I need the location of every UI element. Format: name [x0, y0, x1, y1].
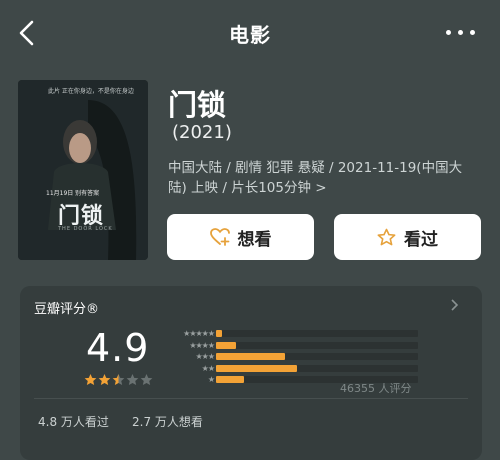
rating-star-icon [126, 373, 139, 386]
more-dots-icon[interactable] [444, 22, 478, 42]
distribution-track [216, 341, 418, 349]
distribution-stars-label: ★ [207, 375, 215, 384]
distribution-bar [216, 353, 285, 360]
rating-score: 4.9 [86, 326, 150, 370]
want-to-watch-button[interactable]: 想看 [167, 214, 314, 260]
rating-card[interactable]: 豆瓣评分® 4.9 ★★★★★ ★★★★ ★★★ ★★ ★ 46355 人评分 4.8 … [20, 286, 482, 460]
want-label: 想看 [237, 229, 272, 250]
divider [34, 398, 468, 399]
meta-line-1: 中国大陆 / 剧情 犯罪 悬疑 / 2021-11-19(中国大 [168, 160, 463, 176]
star-outline-icon [377, 228, 396, 246]
rating-star-icon [84, 373, 97, 386]
distribution-stars-label: ★★★★ [189, 340, 215, 350]
distribution-row: ★★ [170, 364, 420, 374]
poster-date: 11月19日 别有答案 [46, 190, 100, 197]
watched-button[interactable]: 看过 [334, 214, 481, 260]
page-title: 电影 [229, 23, 271, 47]
distribution-bar [216, 364, 297, 372]
movie-title: 门锁 [168, 88, 227, 122]
rating-star-icon [112, 373, 125, 386]
distribution-stars-label: ★★★★★ [183, 329, 215, 338]
distribution-stars-label: ★★★ [195, 352, 214, 361]
poster-figure [18, 80, 148, 260]
distribution-track [216, 364, 418, 372]
rating-star-icon [98, 373, 111, 386]
rating-count: 46355 人评分 [340, 382, 412, 395]
watched-count: 4.8 万人看过 [38, 415, 109, 429]
distribution-bar [216, 376, 245, 383]
distribution-row: ★★★★ [170, 341, 420, 351]
movie-year: (2021) [172, 122, 232, 143]
seen-label: 看过 [404, 229, 438, 250]
rating-distribution: ★★★★★ ★★★★ ★★★ ★★ ★ [170, 329, 420, 387]
poster-tagline: 此片 正在你身边，不是你在身边 [48, 88, 134, 95]
movie-meta[interactable]: 中国大陆 / 剧情 犯罪 悬疑 / 2021-11-19(中国大 陆) 上映 /… [168, 158, 488, 198]
movie-poster[interactable]: 此片 正在你身边，不是你在身边 11月19日 别有答案 门锁 THE DOOR … [18, 80, 148, 260]
chevron-right-icon [451, 299, 459, 311]
rating-stars [84, 373, 153, 386]
distribution-stars-label: ★★ [201, 363, 215, 373]
heart-plus-icon [209, 228, 230, 246]
distribution-track [216, 330, 418, 337]
distribution-row: ★★★ [170, 352, 420, 362]
distribution-bar [216, 330, 223, 337]
rating-header: 豆瓣评分® [34, 302, 100, 317]
nav-bar: 电影 [0, 0, 500, 66]
rating-star-icon [140, 373, 153, 386]
distribution-row: ★★★★★ [170, 329, 420, 339]
distribution-bar [216, 341, 237, 349]
wish-count: 2.7 万人想看 [132, 415, 203, 429]
distribution-track [216, 353, 418, 360]
poster-english-title: THE DOOR LOCK [58, 226, 113, 232]
meta-line-2: 陆) 上映 / 片长105分钟 > [168, 180, 327, 196]
